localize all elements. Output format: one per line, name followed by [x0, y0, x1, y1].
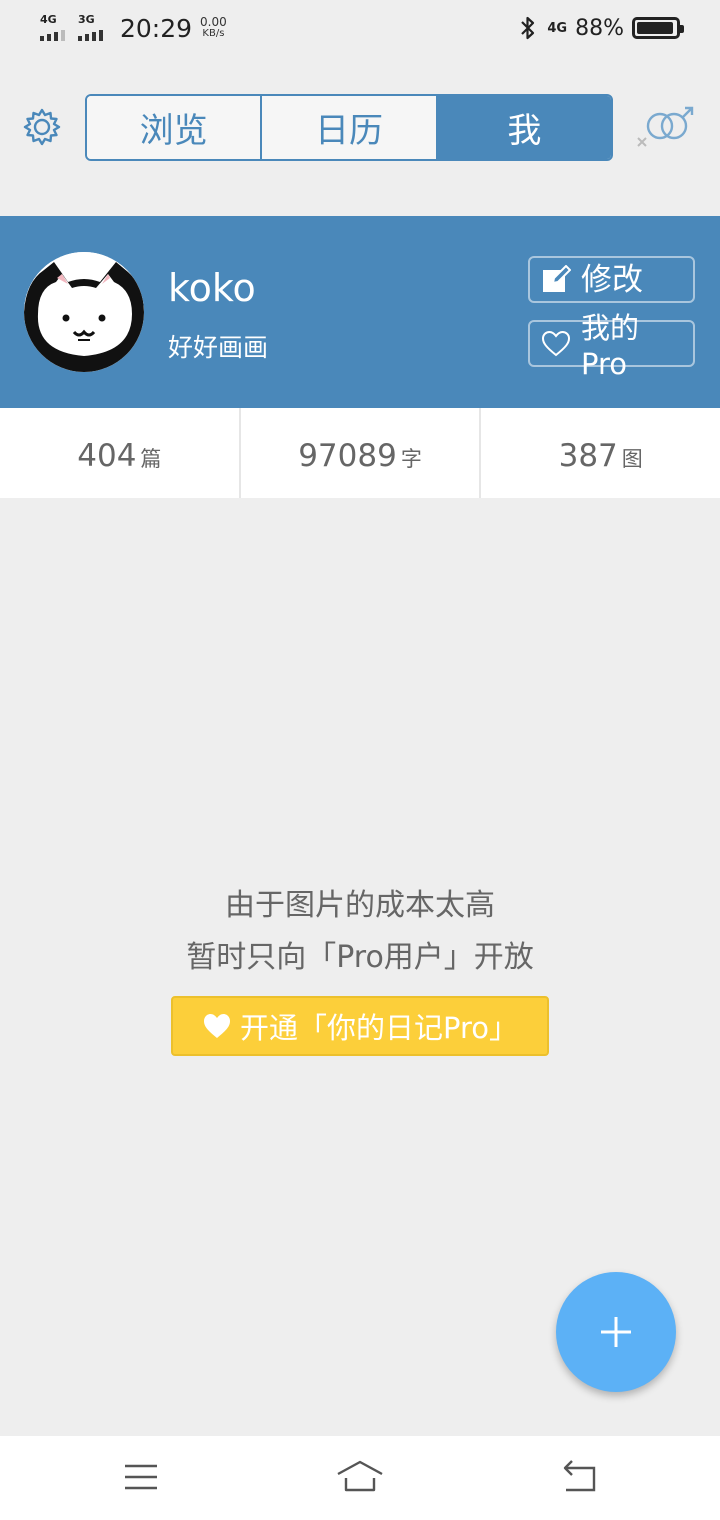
speed-unit: KB/s: [202, 28, 225, 39]
username: koko: [168, 266, 256, 310]
cat-avatar-image: [24, 252, 144, 372]
tab-calendar[interactable]: 日历: [262, 96, 438, 159]
my-pro-label: 我的Pro: [581, 310, 640, 381]
speed-value: 0.00: [200, 15, 227, 29]
profile-header: koko 好好画画 修改 我的Pro: [0, 216, 720, 408]
signal-icon-2: 3G: [78, 13, 110, 43]
battery-icon: [632, 17, 684, 39]
network-speed: 0.00 KB/s: [200, 15, 227, 39]
menu-icon[interactable]: [119, 1456, 163, 1496]
tab-browse[interactable]: 浏览: [87, 96, 263, 159]
network-type-1: 4G: [40, 13, 57, 26]
status-bar: 4G 3G 20:29 0.00 KB/s 4G 88%: [0, 0, 720, 56]
add-entry-button[interactable]: [556, 1272, 676, 1392]
battery-percent: 88%: [575, 15, 624, 41]
status-left: 4G 3G 20:29 0.00 KB/s: [40, 10, 227, 46]
heart-icon: [203, 1014, 230, 1038]
stat-words[interactable]: 97089 字: [241, 408, 482, 498]
stat-unit: 字: [400, 447, 422, 471]
gear-icon[interactable]: [22, 107, 62, 147]
tab-me[interactable]: 我: [437, 96, 611, 159]
stat-value: 387: [558, 438, 618, 474]
signal-icon: 4G: [40, 13, 72, 43]
status-time: 20:29: [120, 13, 193, 43]
network-type-2: 3G: [78, 13, 95, 26]
stats-row: 404 篇 97089 字 387 图: [0, 408, 720, 498]
upgrade-pro-button[interactable]: 开通「你的日记Pro」: [171, 996, 549, 1056]
user-bio: 好好画画: [168, 333, 269, 362]
my-pro-button[interactable]: 我的Pro: [528, 311, 695, 381]
stat-value: 97089: [298, 438, 397, 474]
stat-unit: 图: [621, 447, 643, 471]
system-nav-bar: [0, 1436, 720, 1520]
gender-icon[interactable]: [634, 104, 698, 152]
stat-entries[interactable]: 404 篇: [0, 408, 241, 498]
network-type-right: 4G: [547, 20, 568, 36]
stat-images[interactable]: 387 图: [481, 408, 720, 498]
stat-value: 404: [77, 438, 137, 474]
empty-state-line-2: 暂时只向「Pro用户」开放: [186, 940, 534, 975]
edit-icon: [543, 264, 571, 292]
stat-unit: 篇: [140, 447, 162, 471]
avatar[interactable]: [24, 252, 144, 372]
heart-icon: [541, 330, 571, 356]
back-icon[interactable]: [558, 1456, 602, 1496]
tab-bar: 浏览 日历 我: [85, 94, 613, 161]
plus-icon: [601, 1317, 631, 1347]
edit-label: 修改: [581, 261, 643, 298]
upgrade-pro-label: 开通「你的日记Pro」: [239, 1011, 518, 1045]
bluetooth-icon: [521, 16, 535, 40]
status-right: 4G 88%: [519, 12, 684, 44]
home-icon[interactable]: [336, 1456, 384, 1496]
edit-profile-button[interactable]: 修改: [528, 256, 695, 303]
empty-state-line-1: 由于图片的成本太高: [225, 888, 495, 923]
